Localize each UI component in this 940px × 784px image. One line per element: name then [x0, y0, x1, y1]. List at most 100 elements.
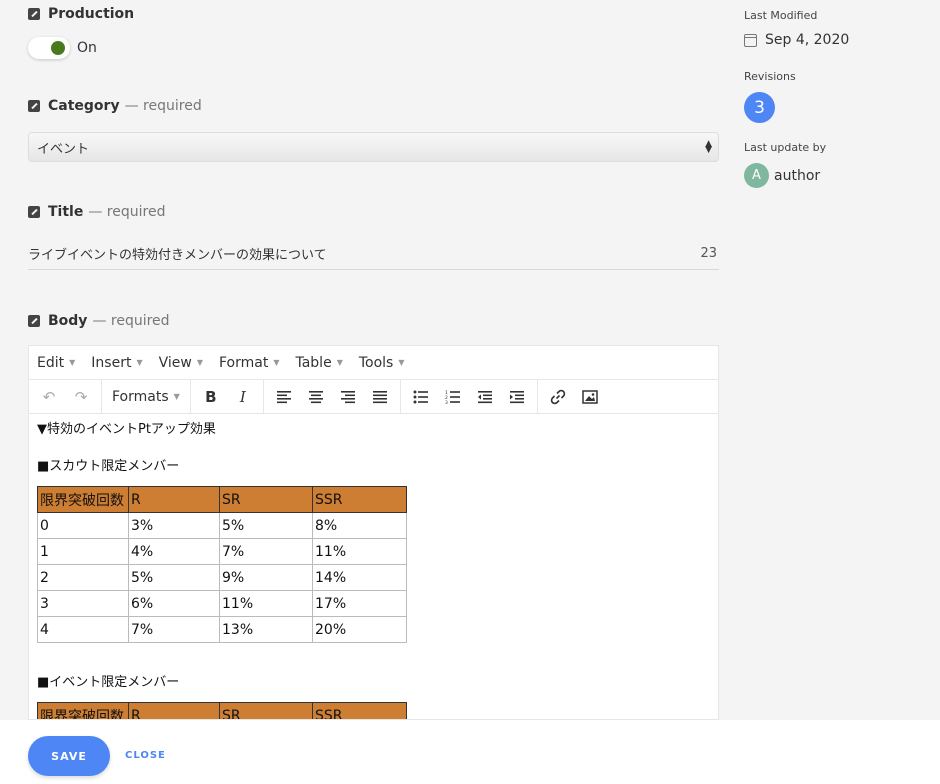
production-toggle[interactable]: [28, 37, 70, 59]
author-row: A author: [744, 163, 934, 188]
content-section-1: ■スカウト限定メンバー: [37, 459, 180, 474]
table-row: 0 3% 5% 8%: [37, 512, 407, 539]
italic-icon[interactable]: I: [227, 383, 259, 411]
edit-icon: [28, 100, 40, 112]
category-label: Category — required: [28, 92, 719, 120]
redo-icon[interactable]: ↷: [65, 383, 97, 411]
author-name: author: [774, 167, 821, 184]
revisions-label: Revisions: [744, 70, 796, 83]
indent-icon[interactable]: [501, 383, 533, 411]
table-header-row: 限界突破回数 R SR SSR: [37, 486, 407, 513]
avatar: A: [744, 163, 769, 188]
editor-toolbar: ↶ ↷ Formats ▼ B I 1 2 3: [29, 379, 718, 414]
menu-view[interactable]: View ▼: [159, 355, 203, 371]
body-label: Body — required: [28, 307, 719, 335]
edit-form: Production On Category — required イベント ▲…: [28, 0, 719, 720]
table-cell: 1: [37, 538, 129, 565]
formats-dropdown[interactable]: Formats ▼: [106, 383, 186, 411]
title-input-value: ライブイベントの特効付きメンバーの効果について: [28, 248, 327, 263]
editor-content[interactable]: ▼特効のイベントPtアップ効果 ■スカウト限定メンバー 限界突破回数 R SR …: [29, 414, 718, 719]
outdent-icon[interactable]: [469, 383, 501, 411]
action-bar: SAVE CLOSE: [0, 720, 940, 784]
table-cell: 6%: [128, 590, 220, 617]
link-icon[interactable]: [542, 383, 574, 411]
style-group: B I: [191, 379, 264, 414]
table-cell: 2: [37, 564, 129, 591]
table-row: 1 4% 7% 11%: [37, 538, 407, 565]
meta-sidebar: Last Modified Sep 4, 2020 Revisions 3 La…: [744, 0, 934, 188]
table-cell: 5%: [128, 564, 220, 591]
last-modified-label: Last Modified: [744, 9, 818, 22]
table-cell: 11%: [312, 538, 407, 565]
editor-menubar: Edit ▼ Insert ▼ View ▼ Format ▼ Table ▼ Tools…: [29, 346, 718, 380]
align-left-icon[interactable]: [268, 383, 300, 411]
revisions-count-badge[interactable]: 3: [744, 92, 775, 123]
table-cell: 4: [37, 616, 129, 643]
category-select-value: イベント: [37, 141, 90, 157]
table-header-cell: R: [128, 486, 220, 513]
table-header-cell: R: [128, 702, 220, 719]
history-group: ↶ ↷: [29, 379, 102, 414]
undo-icon[interactable]: ↶: [33, 383, 65, 411]
table-header-row: 限界突破回数 R SR SSR: [37, 702, 407, 719]
align-justify-icon[interactable]: [364, 383, 396, 411]
production-toggle-row: On: [28, 36, 719, 60]
table-cell: 0: [37, 512, 129, 539]
last-modified-value: Sep 4, 2020: [765, 32, 850, 48]
table-cell: 9%: [219, 564, 313, 591]
save-button[interactable]: SAVE: [28, 736, 110, 776]
formats-group: Formats ▼: [102, 379, 191, 414]
menu-table[interactable]: Table ▼: [295, 355, 342, 371]
menu-tools[interactable]: Tools ▼: [359, 355, 405, 371]
table-header-cell: SR: [219, 486, 313, 513]
table-cell: 4%: [128, 538, 220, 565]
select-arrows-icon: ▲ ▼: [705, 139, 712, 155]
table-header-cell: SSR: [312, 702, 407, 719]
table-header-cell: SR: [219, 702, 313, 719]
table-row: 2 5% 9% 14%: [37, 564, 407, 591]
close-button[interactable]: CLOSE: [125, 750, 166, 761]
production-label: Production: [28, 0, 719, 28]
calendar-icon: [744, 33, 757, 47]
edit-icon: [28, 206, 40, 218]
category-select[interactable]: イベント ▲ ▼: [28, 132, 719, 162]
align-right-icon[interactable]: [332, 383, 364, 411]
numbered-list-icon[interactable]: 123: [437, 383, 469, 411]
production-toggle-text: On: [77, 40, 97, 56]
menu-insert[interactable]: Insert ▼: [91, 355, 142, 371]
insert-group: [538, 380, 610, 414]
rich-text-editor: Edit ▼ Insert ▼ View ▼ Format ▼ Table ▼ Tools…: [28, 345, 719, 720]
table-cell: 3: [37, 590, 129, 617]
table-header-cell: 限界突破回数: [37, 702, 129, 719]
toggle-knob: [51, 41, 65, 55]
list-group: 123: [401, 379, 538, 414]
menu-format[interactable]: Format ▼: [219, 355, 280, 371]
table-cell: 11%: [219, 590, 313, 617]
content-heading: ▼特効のイベントPtアップ効果: [37, 422, 216, 437]
table-cell: 8%: [312, 512, 407, 539]
title-char-count: 23: [700, 246, 717, 261]
content-section-2: ■イベント限定メンバー: [37, 675, 180, 690]
table-cell: 17%: [312, 590, 407, 617]
scout-member-table: 限界突破回数 R SR SSR 0 3% 5% 8% 1 4% 7% 11% 2…: [37, 486, 407, 643]
title-input[interactable]: ライブイベントの特効付きメンバーの効果について 23: [28, 238, 719, 270]
table-cell: 14%: [312, 564, 407, 591]
last-modified-row: Sep 4, 2020: [744, 32, 934, 48]
table-header-cell: SSR: [312, 486, 407, 513]
align-group: [264, 379, 401, 414]
event-member-table: 限界突破回数 R SR SSR: [37, 702, 407, 719]
table-row: 4 7% 13% 20%: [37, 616, 407, 643]
table-header-cell: 限界突破回数: [37, 486, 129, 513]
bold-icon[interactable]: B: [195, 383, 227, 411]
table-cell: 7%: [128, 616, 220, 643]
bullet-list-icon[interactable]: [405, 383, 437, 411]
menu-edit[interactable]: Edit ▼: [37, 355, 75, 371]
align-center-icon[interactable]: [300, 383, 332, 411]
last-update-label: Last update by: [744, 141, 827, 154]
image-icon[interactable]: [574, 383, 606, 411]
title-label: Title — required: [28, 198, 719, 226]
table-row: 3 6% 11% 17%: [37, 590, 407, 617]
table-cell: 13%: [219, 616, 313, 643]
table-cell: 20%: [312, 616, 407, 643]
table-cell: 7%: [219, 538, 313, 565]
